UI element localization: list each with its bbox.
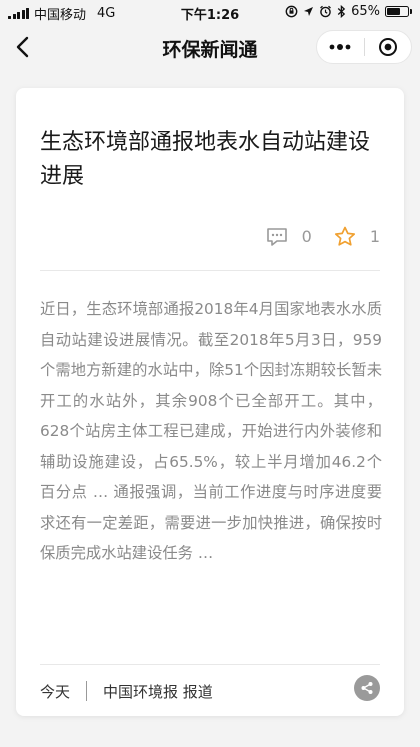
bluetooth-icon: [337, 5, 346, 18]
star-icon: [334, 226, 355, 246]
status-right: 65%: [285, 4, 412, 19]
article-stats: 0 1: [266, 226, 380, 247]
screen-lock-icon: [285, 5, 298, 18]
article-source: 中国环境报 报道: [103, 682, 213, 701]
close-miniprogram-button[interactable]: [364, 30, 411, 64]
more-button[interactable]: [317, 30, 364, 64]
footer-divider: [40, 664, 380, 665]
favorite-count: 1: [369, 227, 380, 246]
title-divider: [40, 270, 380, 271]
article-body: 近日，生态环境部通报2018年4月国家地表水水质自动站建设进展情况。截至2018…: [40, 300, 382, 562]
share-icon: [361, 682, 373, 694]
article-card[interactable]: 生态环境部通报地表水自动站建设进展 0 1 近日，生态环境部通报2018年4月国…: [16, 88, 404, 716]
target-close-icon: [378, 38, 397, 56]
comment-count: 0: [301, 227, 312, 246]
location-arrow-icon: [304, 7, 314, 16]
nav-bar: 环保新闻通: [0, 24, 420, 70]
article-date: 今天: [40, 682, 71, 701]
battery-percent: 65%: [351, 4, 380, 19]
alarm-clock-icon: [320, 5, 332, 18]
battery-icon: [385, 6, 412, 17]
status-bar: 中国移动 4G 下午1:26 65%: [0, 0, 420, 24]
share-button[interactable]: [354, 675, 380, 701]
article-footer: 今天 中国环境报 报道: [40, 678, 380, 704]
footer-separator: [86, 681, 88, 701]
comment-button[interactable]: 0: [266, 227, 312, 247]
battery-fill: [387, 8, 400, 15]
screen: 中国移动 4G 下午1:26 65% 环保新闻通 生态环境部通报地表水自动站建设…: [0, 0, 420, 747]
favorite-button[interactable]: 1: [334, 226, 380, 247]
more-dots-icon: [329, 44, 351, 50]
comment-icon: [266, 227, 287, 246]
article-title: 生态环境部通报地表水自动站建设进展: [40, 130, 371, 189]
miniprogram-capsule: [316, 30, 412, 64]
